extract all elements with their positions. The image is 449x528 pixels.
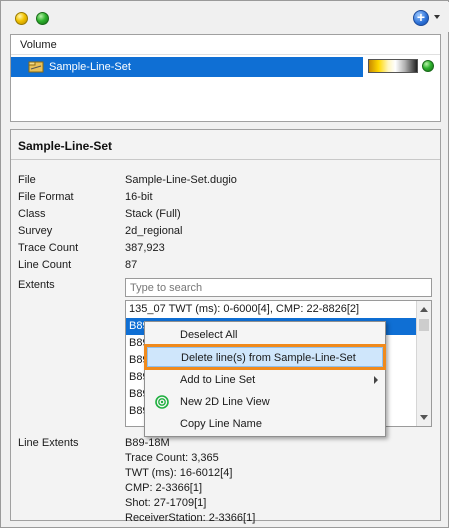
prop-label-trace-count: Trace Count: [18, 242, 79, 254]
prop-label-line-count: Line Count: [18, 259, 72, 271]
menu-item-add-to-line-set[interactable]: Add to Line Set: [147, 370, 383, 390]
prop-value-trace-count: 387,923: [125, 242, 165, 254]
panel-splitter[interactable]: [10, 125, 441, 128]
prop-value-file-format: 16-bit: [125, 191, 153, 203]
scroll-up-icon[interactable]: [420, 307, 428, 312]
prop-value-survey: 2d_regional: [125, 225, 183, 237]
colorbar[interactable]: [368, 59, 418, 73]
menu-item-label: Delete line(s) from Sample-Line-Set: [181, 352, 356, 364]
menu-item-copy-line-name[interactable]: Copy Line Name: [147, 414, 383, 434]
prop-label-class: Class: [18, 208, 46, 220]
prop-value-file: Sample-Line-Set.dugio: [125, 174, 237, 186]
app-window: + Volume Sample-Line-Set Sample-Line-Set…: [0, 0, 449, 528]
chevron-down-icon[interactable]: [434, 15, 440, 19]
menu-item-label: Copy Line Name: [180, 418, 262, 430]
green-status-icon[interactable]: [36, 12, 49, 25]
menu-item-delete-lines[interactable]: Delete line(s) from Sample-Line-Set: [144, 344, 386, 370]
menu-item-label: Add to Line Set: [180, 374, 256, 386]
properties-title: Sample-Line-Set: [18, 139, 113, 153]
line-extents-value: CMP: 2-3366[1]: [125, 482, 203, 494]
volume-column-header[interactable]: Volume: [11, 35, 440, 55]
volume-list: Volume Sample-Line-Set: [10, 34, 441, 122]
prop-value-line-count: 87: [125, 259, 138, 271]
line-extents-value: TWT (ms): 16-6012[4]: [125, 467, 233, 479]
prop-label-line-extents: Line Extents: [18, 437, 79, 449]
scroll-down-icon[interactable]: [420, 415, 428, 420]
list-item[interactable]: 135_07 TWT (ms): 0-6000[4], CMP: 22-8826…: [126, 301, 416, 318]
prop-label-extents: Extents: [18, 279, 55, 291]
search-input[interactable]: Type to search: [125, 278, 432, 297]
line-extents-value: Shot: 27-1709[1]: [125, 497, 207, 509]
line-extents-value: Trace Count: 3,365: [125, 452, 219, 464]
line-extents-value: ReceiverStation: 2-3366[1]: [125, 512, 256, 524]
prop-label-survey: Survey: [18, 225, 53, 237]
prop-value-class: Stack (Full): [125, 208, 181, 220]
menu-item-label: Deselect All: [180, 329, 238, 341]
volume-status-icon[interactable]: [422, 60, 434, 72]
chevron-right-icon: [374, 376, 378, 384]
menu-item-new-2d-line-view[interactable]: New 2D Line View: [147, 392, 383, 412]
add-icon[interactable]: +: [413, 10, 429, 26]
volume-label: Sample-Line-Set: [49, 61, 131, 73]
prop-label-file: File: [18, 174, 36, 186]
scroll-thumb[interactable]: [419, 319, 429, 331]
menu-item-label: New 2D Line View: [180, 396, 270, 408]
menu-item-deselect-all[interactable]: Deselect All: [147, 325, 383, 345]
toolbar: +: [2, 2, 449, 32]
divider: [11, 159, 440, 160]
line-extents-value: B89-18M: [125, 437, 170, 449]
2d-line-view-icon: [155, 395, 169, 409]
volume-row[interactable]: Sample-Line-Set: [11, 57, 363, 77]
context-menu: Deselect All Delete line(s) from Sample-…: [144, 321, 386, 437]
vertical-scrollbar[interactable]: [416, 301, 431, 426]
prop-label-file-format: File Format: [18, 191, 74, 203]
yellow-status-icon[interactable]: [15, 12, 28, 25]
line-set-icon: [28, 61, 44, 73]
